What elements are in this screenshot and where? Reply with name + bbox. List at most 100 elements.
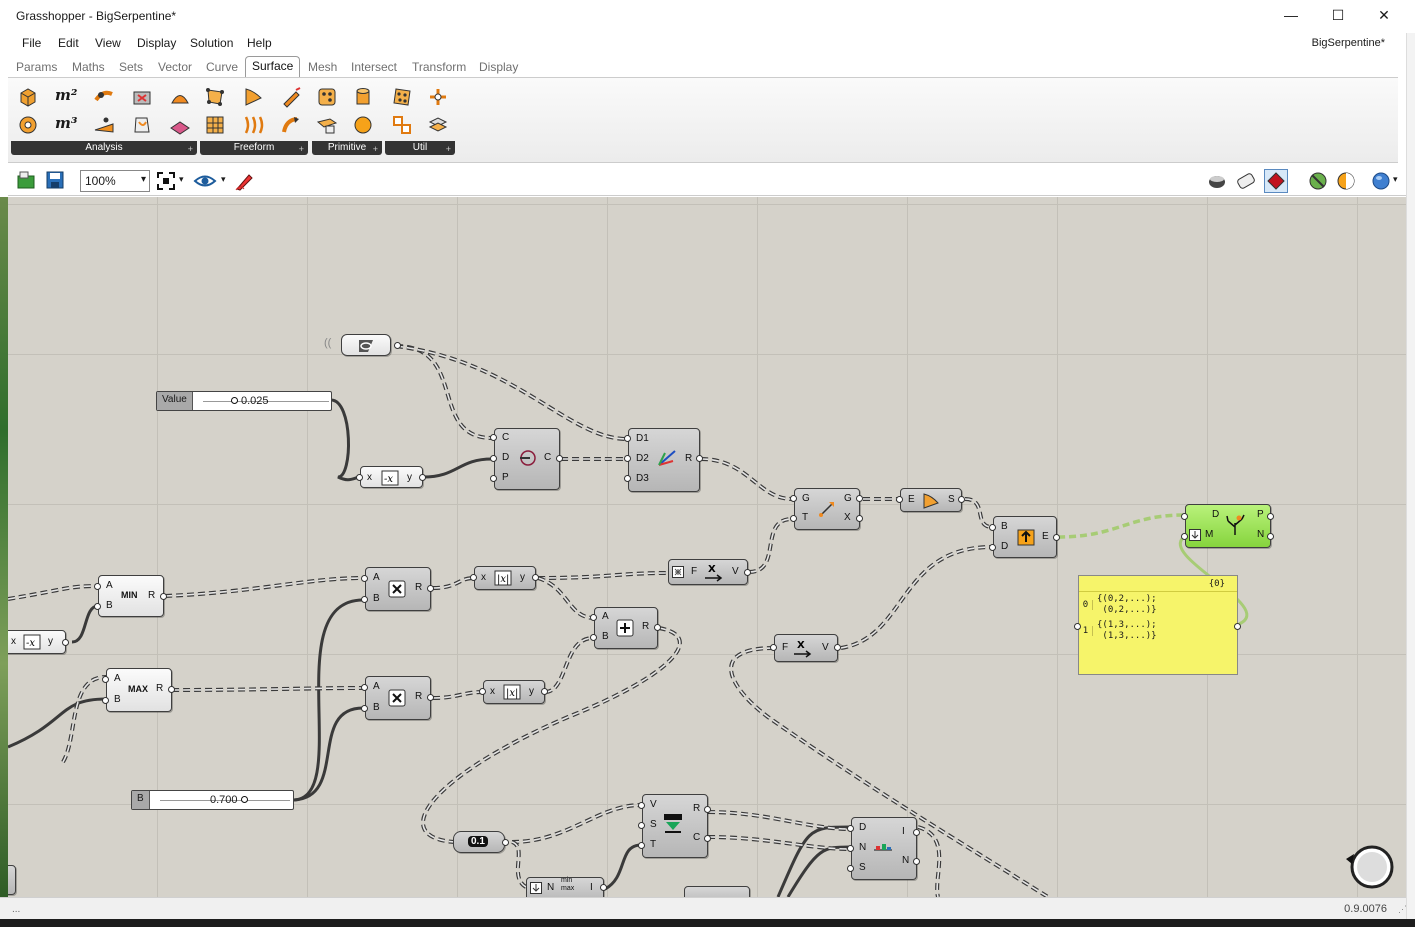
- tab-params[interactable]: Params: [16, 60, 57, 74]
- output-grip[interactable]: [419, 474, 426, 481]
- tab-intersect[interactable]: Intersect: [351, 60, 397, 74]
- output-grip[interactable]: [556, 455, 563, 462]
- graft-component[interactable]: D M P N: [1181, 504, 1274, 548]
- output-grip[interactable]: [532, 574, 539, 581]
- window-scrollbar[interactable]: [1406, 33, 1415, 919]
- input-grip[interactable]: [790, 495, 797, 502]
- brep-edges-icon[interactable]: [131, 114, 153, 136]
- output-grip[interactable]: [1234, 623, 1241, 630]
- preview-caret-icon[interactable]: ▾: [221, 174, 226, 185]
- negative-component[interactable]: x -x y: [356, 466, 426, 488]
- input-grip[interactable]: [361, 575, 368, 582]
- network-surface-icon[interactable]: [204, 114, 226, 136]
- sketch-pen-icon[interactable]: [234, 170, 256, 192]
- input-grip[interactable]: [1181, 513, 1188, 520]
- input-grip[interactable]: [770, 644, 777, 651]
- tab-mesh[interactable]: Mesh: [308, 60, 337, 74]
- display-mode-caret-icon[interactable]: ▾: [1393, 174, 1398, 185]
- area-icon[interactable]: m²: [55, 86, 77, 108]
- panel-analysis-label[interactable]: Analysis: [11, 141, 197, 155]
- input-grip[interactable]: [94, 603, 101, 610]
- multiply-component[interactable]: A B R: [361, 567, 434, 611]
- input-grip[interactable]: [624, 455, 631, 462]
- input-grip[interactable]: [638, 822, 645, 829]
- tab-vector[interactable]: Vector: [158, 60, 192, 74]
- grasshopper-canvas[interactable]: .wire { fill: none; stroke: #3a3a3a; str…: [8, 197, 1406, 897]
- output-grip[interactable]: [394, 342, 401, 349]
- volume-icon[interactable]: m³: [55, 114, 77, 136]
- box-icon[interactable]: [316, 86, 338, 108]
- output-grip[interactable]: [427, 585, 434, 592]
- minimize-button[interactable]: —: [1268, 0, 1314, 30]
- input-grip[interactable]: [847, 845, 854, 852]
- output-grip[interactable]: [704, 835, 711, 842]
- output-grip[interactable]: [696, 455, 703, 462]
- input-grip[interactable]: [790, 515, 797, 522]
- absolute-component[interactable]: x |x| y: [479, 680, 548, 704]
- bake-icon[interactable]: [1307, 170, 1329, 192]
- open-file-icon[interactable]: [16, 170, 36, 190]
- is-planar-icon[interactable]: [131, 86, 153, 108]
- input-grip[interactable]: [490, 434, 497, 441]
- point-on-surface-icon[interactable]: [93, 86, 115, 108]
- loft-icon[interactable]: [242, 114, 264, 136]
- output-grip[interactable]: [654, 624, 661, 631]
- panel-freeform-label[interactable]: Freeform: [200, 141, 308, 155]
- divide-component[interactable]: D1 D2 D3 R: [624, 428, 703, 492]
- input-grip[interactable]: [1074, 623, 1081, 630]
- input-grip[interactable]: [989, 544, 996, 551]
- input-grip[interactable]: [356, 474, 363, 481]
- output-grip[interactable]: [704, 806, 711, 813]
- maximize-button[interactable]: ☐: [1315, 0, 1361, 30]
- output-grip[interactable]: [168, 686, 175, 693]
- brep-topology-icon[interactable]: [17, 114, 39, 136]
- boundary-component[interactable]: B D E: [989, 516, 1060, 558]
- document-name[interactable]: BigSerpentine*: [1312, 37, 1385, 49]
- input-grip[interactable]: [638, 802, 645, 809]
- output-grip[interactable]: [958, 496, 965, 503]
- vector-component[interactable]: F X V: [668, 559, 751, 585]
- input-grip[interactable]: [590, 634, 597, 641]
- menu-help[interactable]: Help: [247, 36, 272, 50]
- extrude-component[interactable]: E S: [896, 488, 965, 512]
- divide-surface-icon[interactable]: [391, 86, 413, 108]
- menu-display[interactable]: Display: [137, 36, 176, 50]
- menu-solution[interactable]: Solution: [190, 36, 233, 50]
- output-grip[interactable]: [856, 515, 863, 522]
- zoom-extents-caret-icon[interactable]: ▾: [179, 174, 184, 185]
- input-grip[interactable]: [896, 496, 903, 503]
- panel-util-expand[interactable]: +: [446, 144, 451, 154]
- slider-knob[interactable]: [241, 796, 248, 803]
- minimum-component[interactable]: A B MIN R: [94, 575, 167, 617]
- input-grip[interactable]: [1181, 533, 1188, 540]
- output-grip[interactable]: [913, 858, 920, 865]
- cylinder-icon[interactable]: [352, 86, 374, 108]
- preview-selected-icon[interactable]: [1264, 169, 1288, 193]
- output-grip[interactable]: [427, 694, 434, 701]
- negative-component-left[interactable]: x -x y: [8, 630, 69, 654]
- circle-component[interactable]: C D P C: [490, 428, 563, 490]
- extrude-icon[interactable]: [280, 86, 302, 108]
- input-grip[interactable]: [989, 524, 996, 531]
- output-grip[interactable]: [1053, 534, 1060, 541]
- input-grip[interactable]: [94, 583, 101, 590]
- offset-surface-icon[interactable]: [427, 114, 449, 136]
- input-grip[interactable]: [490, 455, 497, 462]
- input-grip[interactable]: [470, 574, 477, 581]
- display-preview-icon[interactable]: [1335, 170, 1357, 192]
- panel-util-label[interactable]: Util: [385, 141, 455, 155]
- preview-eye-icon[interactable]: [193, 171, 217, 191]
- output-grip[interactable]: [744, 569, 751, 576]
- sphere-icon[interactable]: [352, 114, 374, 136]
- input-grip[interactable]: [361, 596, 368, 603]
- graph-mapper-component[interactable]: V S T R C: [638, 794, 711, 858]
- output-grip[interactable]: [856, 495, 863, 502]
- output-grip[interactable]: [541, 688, 548, 695]
- vector-component[interactable]: F X V: [770, 634, 841, 662]
- panel-primitive-label[interactable]: Primitive: [312, 141, 382, 155]
- cropped-component-left[interactable]: [8, 865, 16, 895]
- absolute-component[interactable]: x |x| y: [470, 566, 539, 590]
- addition-component[interactable]: A B R: [590, 607, 661, 649]
- evaluate-surface-icon[interactable]: [169, 86, 191, 108]
- zoom-extents-icon[interactable]: [156, 171, 176, 191]
